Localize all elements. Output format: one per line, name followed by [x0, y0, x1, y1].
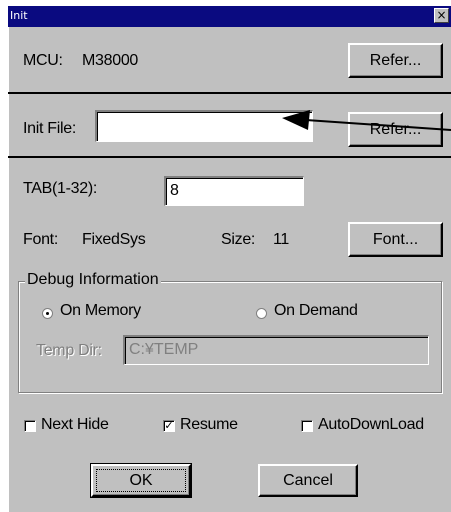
mcu-value: M38000	[82, 52, 139, 69]
ok-focus-rect	[96, 469, 186, 492]
close-icon[interactable]: ×	[434, 8, 449, 23]
annotation-arrow-icon	[282, 110, 451, 131]
on-demand-label: On Demand	[274, 302, 358, 319]
window-title: Init	[10, 9, 28, 22]
tab-label: TAB(1-32):	[23, 180, 98, 197]
on-memory-label: On Memory	[60, 302, 141, 319]
resume-label: Resume	[180, 416, 238, 433]
resume-checkbox[interactable]: ✓	[163, 420, 175, 432]
mcu-refer-button[interactable]: Refer...	[348, 43, 443, 78]
on-memory-radio[interactable]	[42, 308, 53, 319]
font-button[interactable]: Font...	[348, 222, 443, 257]
font-label: Font:	[23, 231, 58, 248]
separator-1	[8, 92, 451, 94]
ok-button[interactable]: OK	[90, 463, 192, 498]
next-hide-checkbox[interactable]	[24, 420, 36, 432]
init-dialog: Init × MCU: M38000 Refer... Init File: R…	[0, 0, 451, 512]
autodownload-label: AutoDownLoad	[318, 416, 424, 433]
temp-dir-label: Temp Dir:	[36, 342, 102, 359]
temp-dir-input[interactable]: C:¥TEMP	[123, 335, 429, 365]
dialog-body	[8, 27, 451, 512]
separator-2	[8, 156, 451, 158]
cancel-button[interactable]: Cancel	[258, 464, 358, 497]
title-bar[interactable]: Init ×	[8, 6, 451, 27]
mcu-label: MCU:	[23, 52, 63, 69]
next-hide-label: Next Hide	[41, 416, 109, 433]
on-demand-radio[interactable]	[256, 308, 267, 319]
size-value: 11	[273, 231, 290, 248]
autodownload-checkbox[interactable]	[301, 420, 313, 432]
debug-group-title: Debug Information	[25, 271, 161, 289]
font-value: FixedSys	[82, 231, 146, 248]
tab-input[interactable]: 8	[164, 176, 304, 206]
size-label: Size:	[221, 231, 256, 248]
init-file-label: Init File:	[23, 120, 77, 137]
